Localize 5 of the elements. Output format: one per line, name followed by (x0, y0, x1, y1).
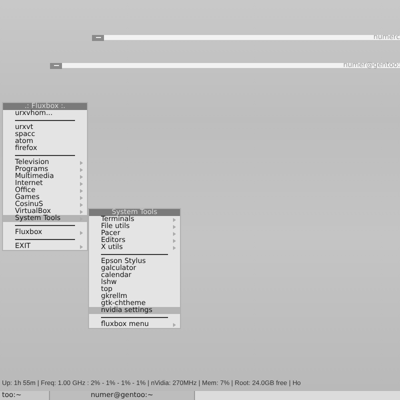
arrow-icon (80, 230, 83, 234)
window-button[interactable] (50, 62, 62, 68)
arrow-icon (173, 322, 176, 326)
arrow-icon (80, 244, 83, 248)
window-button[interactable] (92, 34, 104, 40)
